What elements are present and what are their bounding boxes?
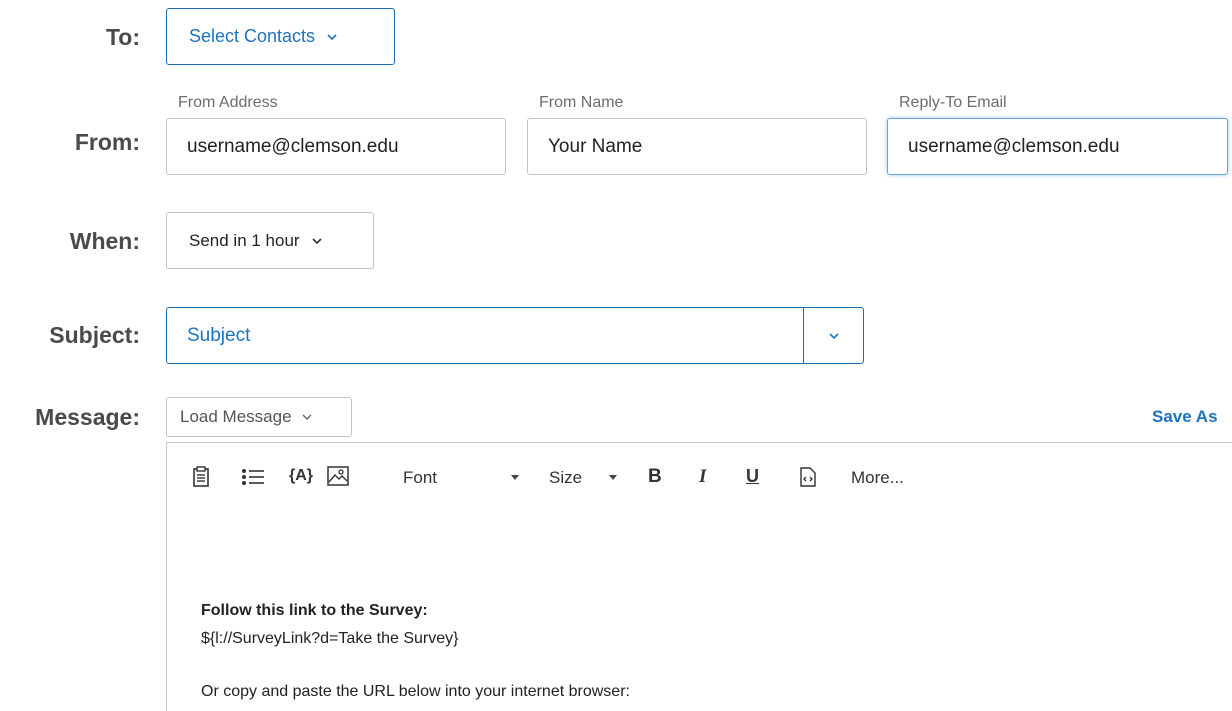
subject-dropdown-button[interactable] [803, 307, 864, 364]
italic-button[interactable]: I [699, 466, 706, 488]
body-heading: Follow this link to the Survey: [201, 602, 428, 619]
chevron-down-icon [302, 414, 312, 420]
chevron-down-icon [312, 237, 322, 244]
subject-label: Subject: [49, 322, 140, 348]
when-dropdown[interactable]: Send in 1 hour [166, 212, 374, 269]
caret-down-icon[interactable] [609, 475, 617, 481]
from-address-caption: From Address [178, 94, 278, 111]
when-label: When: [69, 228, 140, 254]
from-name-caption: From Name [539, 94, 624, 111]
load-message-label: Load Message [180, 407, 292, 426]
body-partial-line: Or copy and paste the URL below into you… [201, 683, 630, 700]
font-dropdown[interactable]: Font [403, 468, 437, 488]
caret-down-icon[interactable] [511, 475, 519, 481]
when-value: Send in 1 hour [189, 230, 300, 250]
underline-button[interactable]: U [746, 466, 759, 487]
select-contacts-button[interactable]: Select Contacts [166, 8, 395, 65]
bold-button[interactable]: B [648, 466, 662, 488]
reply-to-caption: Reply-To Email [899, 94, 1007, 111]
message-editor[interactable]: Follow this link to the Survey: ${l://Su… [166, 511, 1232, 711]
more-button[interactable]: More... [851, 468, 904, 488]
from-name-value: Your Name [548, 135, 643, 157]
piped-text-icon[interactable]: {A} [289, 467, 313, 485]
from-label: From: [74, 129, 140, 155]
from-address-field[interactable]: username@clemson.edu [166, 118, 506, 175]
reply-to-field[interactable]: username@clemson.edu [887, 118, 1228, 175]
chevron-down-icon [828, 332, 839, 339]
from-address-value: username@clemson.edu [187, 135, 399, 157]
chevron-down-icon [327, 33, 337, 40]
reply-to-value: username@clemson.edu [908, 135, 1120, 157]
image-icon[interactable] [327, 466, 349, 486]
clipboard-icon[interactable] [192, 466, 210, 488]
select-contacts-label: Select Contacts [189, 26, 316, 46]
subject-value: Subject [187, 324, 251, 346]
load-message-dropdown[interactable]: Load Message [166, 397, 352, 437]
list-icon[interactable] [241, 468, 265, 486]
save-as-link[interactable]: Save As [1152, 407, 1218, 427]
body-survey-link: ${l://SurveyLink?d=Take the Survey} [201, 630, 459, 647]
size-dropdown[interactable]: Size [549, 468, 582, 488]
to-label: To: [105, 24, 140, 50]
subject-input[interactable]: Subject [166, 307, 804, 364]
editor-toolbar: {A} Font Size B I U More... [166, 442, 1232, 512]
message-label: Message: [35, 404, 140, 430]
source-code-icon[interactable] [800, 467, 816, 487]
from-name-field[interactable]: Your Name [527, 118, 867, 175]
